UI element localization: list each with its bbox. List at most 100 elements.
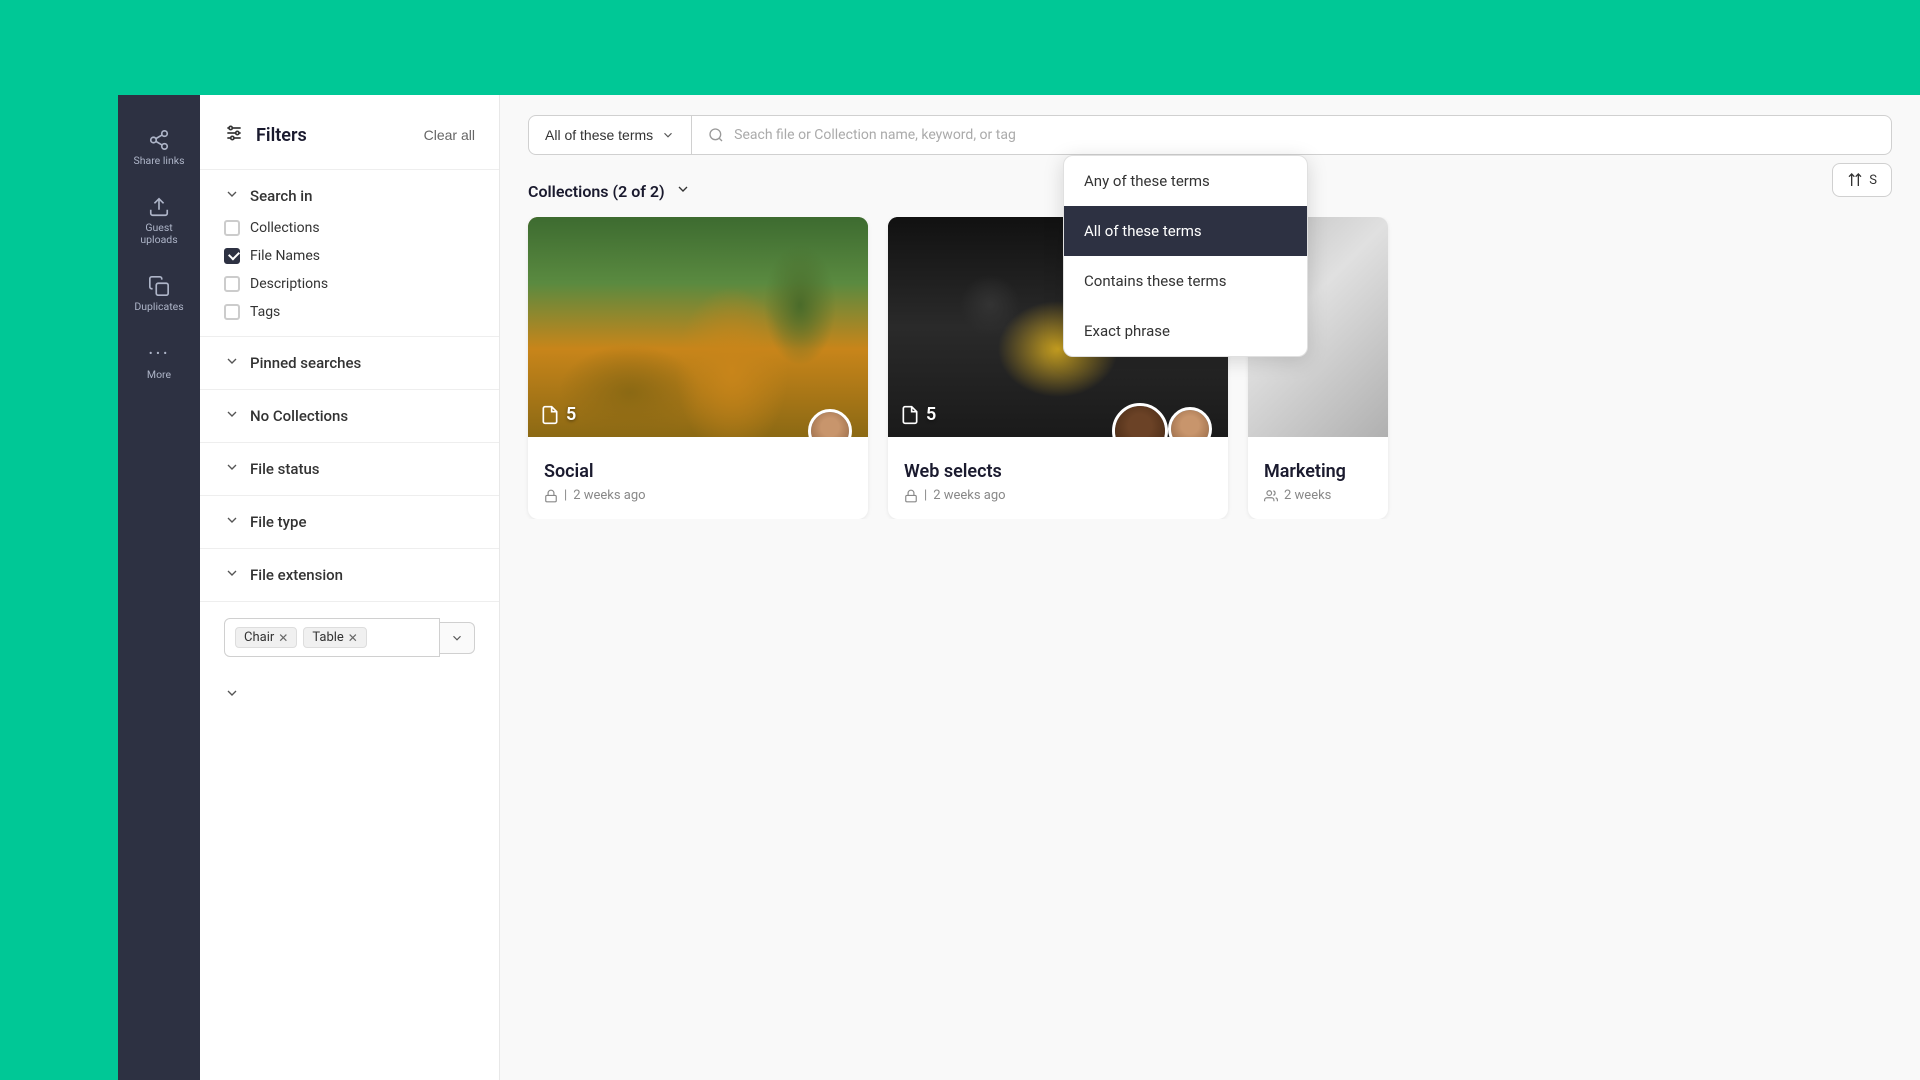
- filter-option-tags[interactable]: Tags: [224, 304, 475, 320]
- tags-dropdown-button[interactable]: [440, 622, 475, 654]
- no-collections-label: No Collections: [250, 407, 348, 425]
- file-type-label: File type: [250, 513, 306, 531]
- chevron-down-icon-7: [450, 631, 464, 645]
- dropdown-exact-label: Exact phrase: [1084, 322, 1170, 340]
- card-time-social-text: 2 weeks ago: [573, 488, 645, 503]
- tag-chip-chair: Chair ✕: [235, 627, 297, 648]
- sort-label: S: [1869, 173, 1877, 188]
- tags-label: Tags: [250, 304, 280, 320]
- card-name-web-selects: Web selects: [904, 461, 1212, 482]
- tags-checkbox[interactable]: [224, 304, 240, 320]
- copy-icon: [148, 275, 170, 297]
- main-content: All of these terms Seach file or Collect…: [500, 95, 1920, 1080]
- lock-icon-web-selects: [904, 489, 918, 503]
- remove-table-tag-button[interactable]: ✕: [348, 631, 358, 645]
- dropdown-item-any[interactable]: Any of these terms: [1064, 156, 1307, 206]
- tags-box[interactable]: Chair ✕ Table ✕: [224, 618, 440, 657]
- filter-section-pinned-header[interactable]: Pinned searches: [224, 353, 475, 373]
- card-meta-web-selects: | 2 weeks ago: [904, 488, 1212, 503]
- file-names-checkbox[interactable]: [224, 248, 240, 264]
- upload-icon: [148, 196, 170, 218]
- collections-label: Collections: [250, 220, 320, 236]
- search-input-field[interactable]: Seach file or Collection name, keyword, …: [692, 115, 1892, 155]
- dropdown-all-label: All of these terms: [1084, 222, 1202, 240]
- card-time-web-selects-sep: |: [924, 488, 927, 503]
- tags-input-row: Chair ✕ Table ✕: [200, 602, 499, 673]
- sidebar-item-more[interactable]: ··· More: [118, 327, 200, 396]
- filter-bottom-section[interactable]: [200, 673, 499, 717]
- descriptions-checkbox[interactable]: [224, 276, 240, 292]
- search-type-label: All of these terms: [545, 127, 653, 143]
- search-type-button[interactable]: All of these terms: [528, 115, 692, 155]
- file-extension-label: File extension: [250, 566, 343, 584]
- avatar-face-web-selects-large: [1115, 406, 1165, 437]
- avatar-face-web-selects: [1171, 410, 1209, 437]
- chevron-down-icon-3: [224, 406, 240, 426]
- filter-option-descriptions[interactable]: Descriptions: [224, 276, 475, 292]
- filter-section-file-status: File status: [200, 443, 499, 496]
- filter-section-file-type: File type: [200, 496, 499, 549]
- file-count-social: 5: [540, 404, 576, 425]
- card-info-marketing: Marketing 2 weeks: [1248, 437, 1388, 519]
- collections-chevron-icon[interactable]: [675, 181, 691, 201]
- card-time-social: |: [564, 488, 567, 503]
- filter-option-file-names[interactable]: File Names: [224, 248, 475, 264]
- filter-option-collections[interactable]: Collections: [224, 220, 475, 236]
- chevron-down-icon-8: [224, 685, 240, 701]
- card-info-social: Social | 2 weeks ago: [528, 437, 868, 519]
- sort-button[interactable]: S: [1832, 163, 1892, 197]
- sidebar-item-label-duplicates: Duplicates: [134, 301, 183, 314]
- filters-icon: [224, 123, 244, 147]
- dropdown-item-exact[interactable]: Exact phrase: [1064, 306, 1307, 356]
- dropdown-contains-label: Contains these terms: [1084, 272, 1226, 290]
- sidebar-item-label-guest-uploads: Guestuploads: [140, 222, 177, 247]
- lock-icon-social: [544, 489, 558, 503]
- collection-card-social[interactable]: 5 Social | 2 weeks ago: [528, 217, 868, 519]
- collections-heading: Collections (2 of 2): [528, 182, 665, 201]
- clear-all-button[interactable]: Clear all: [424, 127, 475, 143]
- pinned-searches-label: Pinned searches: [250, 354, 361, 372]
- chevron-down-icon-5: [224, 512, 240, 532]
- sidebar-item-guest-uploads[interactable]: Guestuploads: [118, 182, 200, 261]
- dropdown-item-all[interactable]: All of these terms: [1064, 206, 1307, 256]
- filter-section-no-collections: No Collections: [200, 390, 499, 443]
- sidebar-item-share-links[interactable]: Share links: [118, 115, 200, 182]
- dots-icon: ···: [148, 341, 170, 365]
- filter-section-file-status-header[interactable]: File status: [224, 459, 475, 479]
- filter-section-file-extension-header[interactable]: File extension: [224, 565, 475, 585]
- chevron-down-icon-4: [224, 459, 240, 479]
- filter-section-search-in: Search in Collections File Names Descrip…: [200, 170, 499, 337]
- dropdown-any-label: Any of these terms: [1084, 172, 1210, 190]
- avatar-web-selects: [1168, 407, 1212, 437]
- tag-chip-table: Table ✕: [303, 627, 367, 648]
- search-placeholder: Seach file or Collection name, keyword, …: [734, 127, 1016, 143]
- chevron-down-icon-search: [661, 128, 675, 142]
- filter-section-file-type-header[interactable]: File type: [224, 512, 475, 532]
- file-names-label: File Names: [250, 248, 320, 264]
- filters-header: Filters Clear all: [200, 95, 499, 170]
- descriptions-label: Descriptions: [250, 276, 328, 292]
- icon-nav: Share links Guestuploads Duplicates ··· …: [118, 95, 200, 1080]
- card-info-web-selects: Web selects | 2 weeks ago: [888, 437, 1228, 519]
- sidebar-item-duplicates[interactable]: Duplicates: [118, 261, 200, 328]
- filter-section-search-in-label: Search in: [250, 187, 312, 205]
- collections-checkbox[interactable]: [224, 220, 240, 236]
- dropdown-item-contains[interactable]: Contains these terms: [1064, 256, 1307, 306]
- filters-header-left: Filters: [224, 123, 307, 147]
- share-icon: [148, 129, 170, 151]
- filters-sidebar: Filters Clear all Search in Collections …: [200, 95, 500, 1080]
- share-icon-marketing: [1264, 489, 1278, 503]
- sidebar-item-label-more: More: [147, 369, 171, 382]
- file-status-label: File status: [250, 460, 320, 478]
- card-time-web-selects-text: 2 weeks ago: [933, 488, 1005, 503]
- chevron-down-icon-6: [224, 565, 240, 585]
- chevron-down-icon-2: [224, 353, 240, 373]
- card-image-social: 5: [528, 217, 868, 437]
- file-count-web-selects: 5: [900, 404, 936, 425]
- card-time-marketing-text: 2 weeks: [1284, 488, 1331, 503]
- file-icon-social: [540, 405, 560, 425]
- filter-section-no-collections-header[interactable]: No Collections: [224, 406, 475, 426]
- filter-section-search-in-header[interactable]: Search in: [224, 186, 475, 206]
- remove-chair-tag-button[interactable]: ✕: [278, 631, 288, 645]
- file-icon-web-selects: [900, 405, 920, 425]
